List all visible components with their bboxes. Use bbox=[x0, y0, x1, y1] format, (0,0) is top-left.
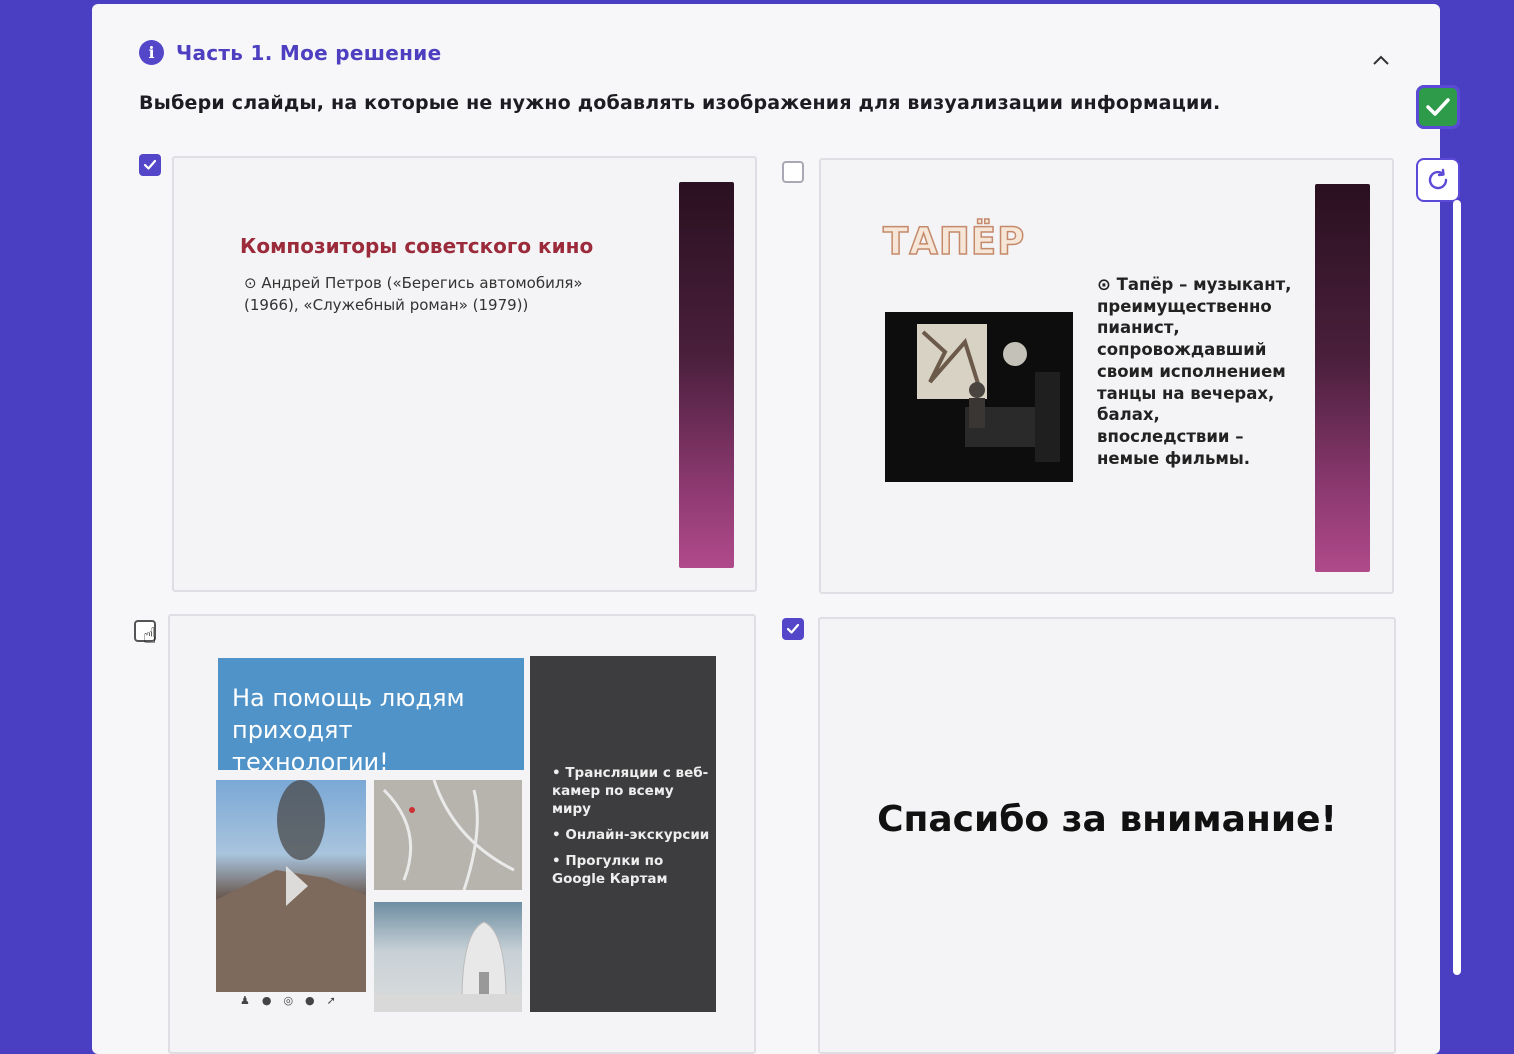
slide-decoration bbox=[1315, 184, 1370, 572]
option-3-slide[interactable]: На помощь людям приходят технологии! ♟●◎… bbox=[168, 614, 756, 1054]
slide-decoration bbox=[679, 182, 734, 568]
slide-title: ТАПЁР bbox=[882, 219, 1026, 264]
submit-button[interactable] bbox=[1416, 85, 1460, 129]
chevron-up-icon[interactable] bbox=[1370, 50, 1392, 72]
monument-image bbox=[374, 902, 522, 1012]
option-2-slide[interactable]: ТАПЁР ⊙ Тапёр – музыкант, преимущественн… bbox=[819, 158, 1394, 594]
slide-bullet: • Трансляции с веб-камер по всему миру bbox=[552, 765, 709, 817]
option-1-slide[interactable]: Композиторы советского кино ⊙ Андрей Пет… bbox=[172, 156, 757, 592]
slide-bullets-panel: • Трансляции с веб-камер по всему миру •… bbox=[530, 656, 716, 1012]
reset-button[interactable] bbox=[1416, 158, 1460, 202]
section-title: Часть 1. Мое решение bbox=[176, 40, 442, 65]
slide-title: Композиторы советского кино bbox=[240, 234, 594, 258]
slide-title: На помощь людям приходят технологии! bbox=[218, 658, 524, 776]
hand-pointer-icon: ☝ bbox=[143, 624, 157, 649]
pianist-photo bbox=[885, 312, 1073, 482]
slide-bullet: ⊙ Тапёр – музыкант, преимущественно пиан… bbox=[1097, 275, 1292, 468]
video-controls: ♟●◎●➚ bbox=[240, 994, 348, 1007]
slide-bullet: • Прогулки по Google Картам bbox=[552, 853, 668, 887]
volcano-video bbox=[216, 780, 366, 992]
map-image bbox=[374, 780, 522, 890]
slide-bullet: ⊙ Андрей Петров («Берегись автомобиля» (… bbox=[244, 274, 583, 314]
scrollbar[interactable] bbox=[1453, 200, 1461, 975]
option-1-checkbox[interactable] bbox=[139, 154, 161, 176]
refresh-icon bbox=[1428, 168, 1448, 190]
task-instruction: Выбери слайды, на которые не нужно добав… bbox=[139, 92, 1221, 114]
option-4-checkbox[interactable] bbox=[782, 618, 804, 640]
slide-text: Спасибо за внимание! bbox=[877, 799, 1337, 840]
option-2-checkbox[interactable] bbox=[782, 161, 804, 183]
info-icon: i bbox=[139, 40, 164, 65]
slide-bullet: • Онлайн-экскурсии bbox=[552, 827, 710, 843]
check-icon bbox=[1426, 98, 1450, 116]
section-header[interactable]: i Часть 1. Мое решение bbox=[139, 40, 441, 65]
option-4-slide[interactable]: Спасибо за внимание! bbox=[818, 617, 1396, 1054]
